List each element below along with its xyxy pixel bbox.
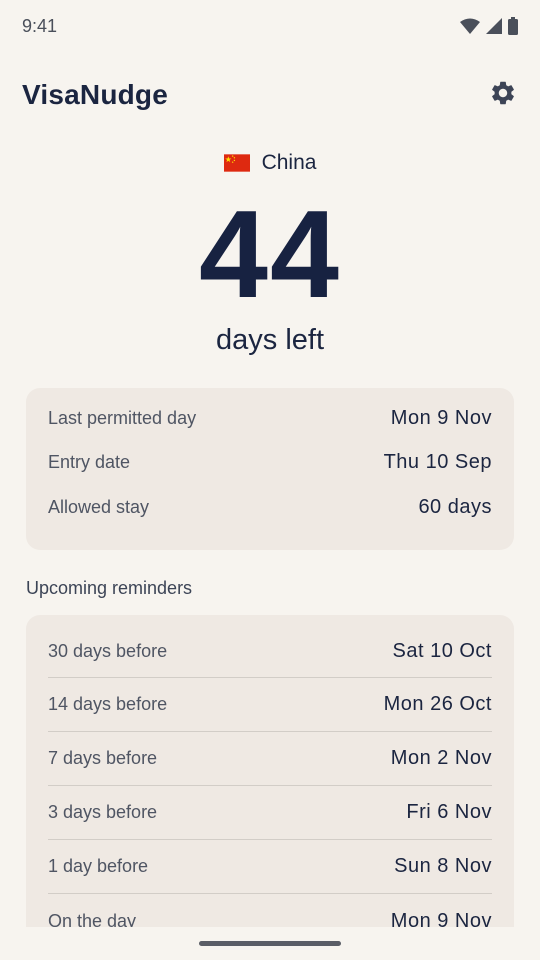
summary-row-allowed-stay: Allowed stay 60 days bbox=[48, 485, 492, 530]
reminders-list: 30 days before Sat 10 Oct 14 days before… bbox=[26, 615, 514, 927]
reminder-date: Mon 9 Nov bbox=[390, 909, 492, 928]
app-bar: VisaNudge bbox=[22, 72, 518, 118]
battery-icon bbox=[508, 17, 518, 35]
reminder-date: Sun 8 Nov bbox=[394, 855, 492, 877]
reminder-row[interactable]: 30 days before Sat 10 Oct bbox=[48, 623, 492, 678]
reminder-date: Mon 26 Oct bbox=[383, 693, 492, 715]
home-indicator[interactable] bbox=[199, 941, 341, 946]
summary-label: Allowed stay bbox=[48, 496, 150, 517]
reminder-date: Sat 10 Oct bbox=[392, 639, 492, 662]
reminders-section-title: Upcoming reminders bbox=[26, 578, 193, 598]
status-time: 9:41 bbox=[22, 15, 58, 36]
status-icons bbox=[460, 17, 518, 35]
reminder-label: 14 days before bbox=[48, 694, 168, 714]
country-selector[interactable]: China bbox=[0, 146, 540, 180]
summary-label: Last permitted day bbox=[48, 407, 197, 428]
days-left-label: days left bbox=[216, 324, 324, 356]
settings-button[interactable] bbox=[488, 80, 518, 110]
signal-icon bbox=[486, 18, 502, 34]
summary-row-last-permitted: Last permitted day Mon 9 Nov bbox=[48, 396, 492, 441]
gear-icon bbox=[489, 79, 517, 112]
visa-summary-card: Last permitted day Mon 9 Nov Entry date … bbox=[26, 388, 514, 550]
summary-row-entry-date: Entry date Thu 10 Sep bbox=[48, 441, 492, 486]
summary-value: Mon 9 Nov bbox=[390, 406, 492, 429]
reminder-label: On the day bbox=[48, 910, 137, 928]
reminder-row[interactable]: 1 day before Sun 8 Nov bbox=[48, 840, 492, 894]
china-flag-icon bbox=[223, 154, 250, 172]
reminder-label: 3 days before bbox=[48, 802, 158, 822]
status-bar: 9:41 bbox=[0, 0, 540, 52]
reminder-row[interactable]: 7 days before Mon 2 Nov bbox=[48, 732, 492, 786]
wifi-icon bbox=[460, 18, 480, 34]
reminder-row[interactable]: 14 days before Mon 26 Oct bbox=[48, 678, 492, 732]
summary-label: Entry date bbox=[48, 452, 131, 473]
screen: 9:41 VisaNudge China 44 days left Last p… bbox=[0, 0, 540, 960]
reminder-row[interactable]: On the day Mon 9 Nov bbox=[48, 894, 492, 928]
reminder-date: Fri 6 Nov bbox=[406, 801, 492, 823]
app-title: VisaNudge bbox=[22, 79, 168, 110]
summary-value: 60 days bbox=[418, 495, 492, 518]
days-left-count: 44 bbox=[199, 186, 341, 324]
country-name: China bbox=[261, 151, 317, 174]
summary-value: Thu 10 Sep bbox=[383, 451, 492, 474]
reminder-label: 1 day before bbox=[48, 856, 149, 876]
reminder-label: 7 days before bbox=[48, 748, 158, 768]
reminder-row[interactable]: 3 days before Fri 6 Nov bbox=[48, 786, 492, 840]
reminder-label: 30 days before bbox=[48, 640, 168, 661]
reminder-date: Mon 2 Nov bbox=[390, 747, 492, 769]
